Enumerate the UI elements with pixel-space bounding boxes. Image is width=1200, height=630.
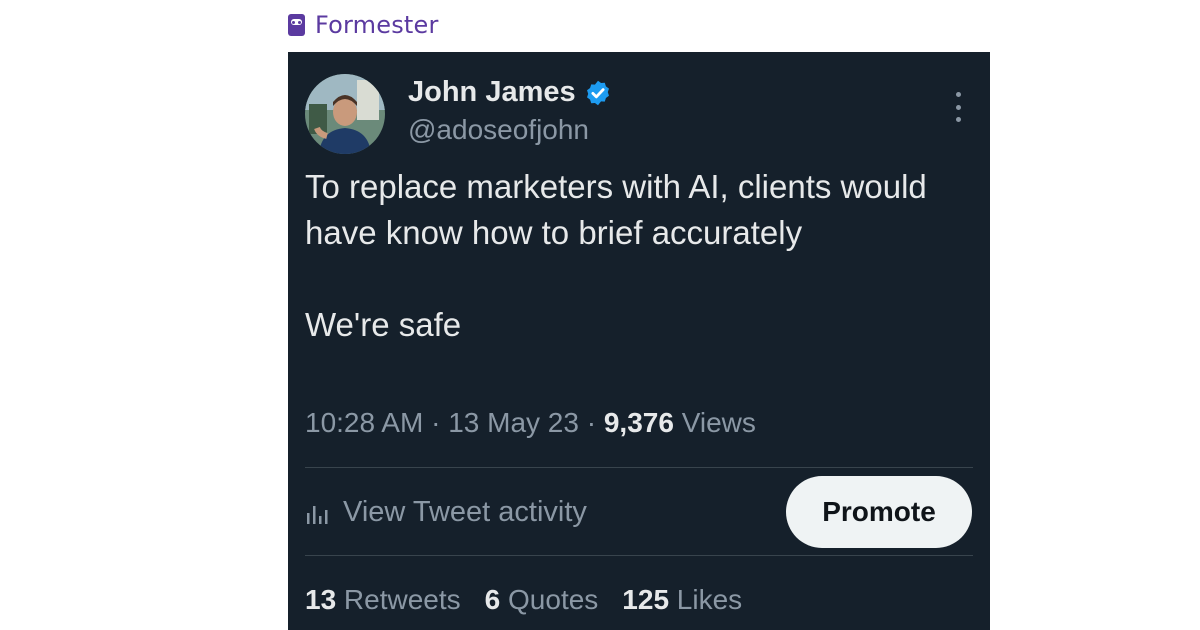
tweet-date[interactable]: 13 May 23	[448, 407, 579, 438]
brand-name: Formester	[315, 11, 439, 39]
tweet-text-line: To replace marketers with AI, clients wo…	[305, 168, 927, 251]
tweet-stats: 13 Retweets 6 Quotes 125 Likes	[305, 584, 742, 616]
quotes-stat[interactable]: 6 Quotes	[485, 584, 599, 616]
separator: ·	[578, 407, 604, 438]
retweets-label: Retweets	[336, 584, 461, 615]
author-name-text: John James	[408, 76, 576, 108]
tweet-text-line: We're safe	[305, 306, 462, 343]
tweet-text: To replace marketers with AI, clients wo…	[305, 164, 965, 348]
activity-label: View Tweet activity	[343, 496, 587, 528]
likes-stat[interactable]: 125 Likes	[622, 584, 742, 616]
retweets-stat[interactable]: 13 Retweets	[305, 584, 461, 616]
analytics-icon	[307, 505, 328, 524]
divider	[305, 467, 973, 468]
quotes-label: Quotes	[500, 584, 599, 615]
tweet-card: John James @adoseofjohn To replace marke…	[288, 52, 990, 630]
likes-label: Likes	[669, 584, 743, 615]
retweets-count: 13	[305, 584, 337, 615]
avatar[interactable]	[305, 74, 385, 154]
author-handle[interactable]: @adoseofjohn	[408, 114, 589, 146]
view-tweet-activity-link[interactable]: View Tweet activity	[305, 496, 587, 529]
tweet-time[interactable]: 10:28 AM	[305, 407, 423, 438]
formester-logo-icon	[288, 14, 305, 36]
views-count: 9,376	[603, 407, 674, 438]
divider	[305, 555, 973, 556]
quotes-count: 6	[484, 584, 501, 615]
promote-button[interactable]: Promote	[786, 476, 972, 548]
tweet-meta: 10:28 AM · 13 May 23 · 9,376 Views	[305, 407, 756, 439]
author-name[interactable]: John James	[408, 76, 612, 109]
views-label: Views	[673, 407, 756, 438]
separator: ·	[423, 407, 449, 438]
likes-count: 125	[622, 584, 670, 615]
more-options-icon[interactable]	[946, 92, 970, 122]
formester-brand: Formester	[288, 10, 439, 40]
verified-badge-icon	[586, 80, 609, 105]
